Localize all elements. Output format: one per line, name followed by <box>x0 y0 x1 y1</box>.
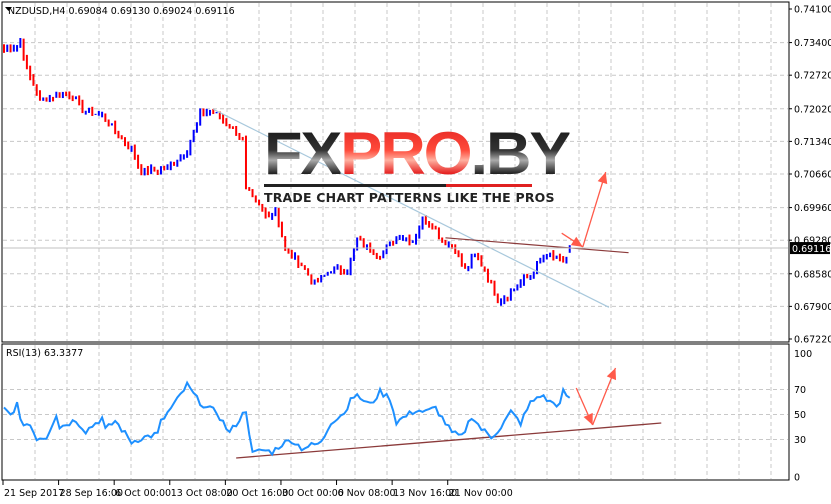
price-tick-label: 0.67900 <box>794 302 831 313</box>
current-price-label: 0.69116 <box>792 244 831 255</box>
fxpro-logo: FXPRO.BY TRADE CHART PATTERNS LIKE THE P… <box>264 124 571 205</box>
rsi-tick-label: 50 <box>794 410 806 421</box>
logo-pro: PRO <box>340 120 472 187</box>
time-tick-label: 6 Nov 08:00 <box>338 488 396 499</box>
rsi-panel-frame <box>1 343 790 481</box>
rsi-tick-label: 100 <box>794 349 812 360</box>
time-tick-label: 13 Nov 16:00 <box>393 488 457 499</box>
rsi-panel <box>3 380 571 457</box>
time-tick-label: 28 Sep 16:00 <box>60 488 123 499</box>
logo-by: .BY <box>470 120 572 187</box>
symbol-header: NZDUSD,H4 0.69084 0.69130 0.69024 0.6911… <box>8 6 235 17</box>
logo-fx: FX <box>264 120 342 187</box>
price-tick-label: 0.68580 <box>794 269 831 280</box>
price-tick-label: 0.70660 <box>794 170 831 181</box>
rsi-line <box>3 380 571 457</box>
rsi-tick-label: 70 <box>794 385 806 396</box>
time-tick-label: 20 Oct 16:00 <box>226 488 288 499</box>
time-tick-label: 13 Oct 08:00 <box>171 488 233 499</box>
chart-canvas: 0.74100 0.73400 0.72720 0.72020 0.71340 0.706… <box>1 1 831 499</box>
rsi-support-trendline <box>236 422 662 459</box>
time-tick-label: 6 Oct 00:00 <box>115 488 171 499</box>
price-tick-label: 0.72720 <box>794 71 831 82</box>
price-tick-label: 0.67220 <box>794 335 831 346</box>
time-tick-label: 30 Oct 00:00 <box>282 488 344 499</box>
arrowhead-icon <box>570 236 583 247</box>
price-tick-label: 0.73400 <box>794 38 831 49</box>
logo-tagline: TRADE CHART PATTERNS LIKE THE PROS <box>264 190 555 205</box>
price-tick-label: 0.74100 <box>794 5 831 16</box>
time-tick-label: 21 Nov 00:00 <box>449 488 513 499</box>
price-tick-label: 0.69960 <box>794 203 831 214</box>
time-tick-label: 21 Sep 2017 <box>4 488 64 499</box>
rsi-tick-label: 30 <box>794 435 806 446</box>
rsi-tick-label: 0 <box>794 473 800 484</box>
price-tick-label: 0.71340 <box>794 137 831 148</box>
rsi-header: RSI(13) 63.3377 <box>6 348 83 359</box>
price-arrow <box>582 171 607 248</box>
price-tick-label: 0.72020 <box>794 104 831 115</box>
